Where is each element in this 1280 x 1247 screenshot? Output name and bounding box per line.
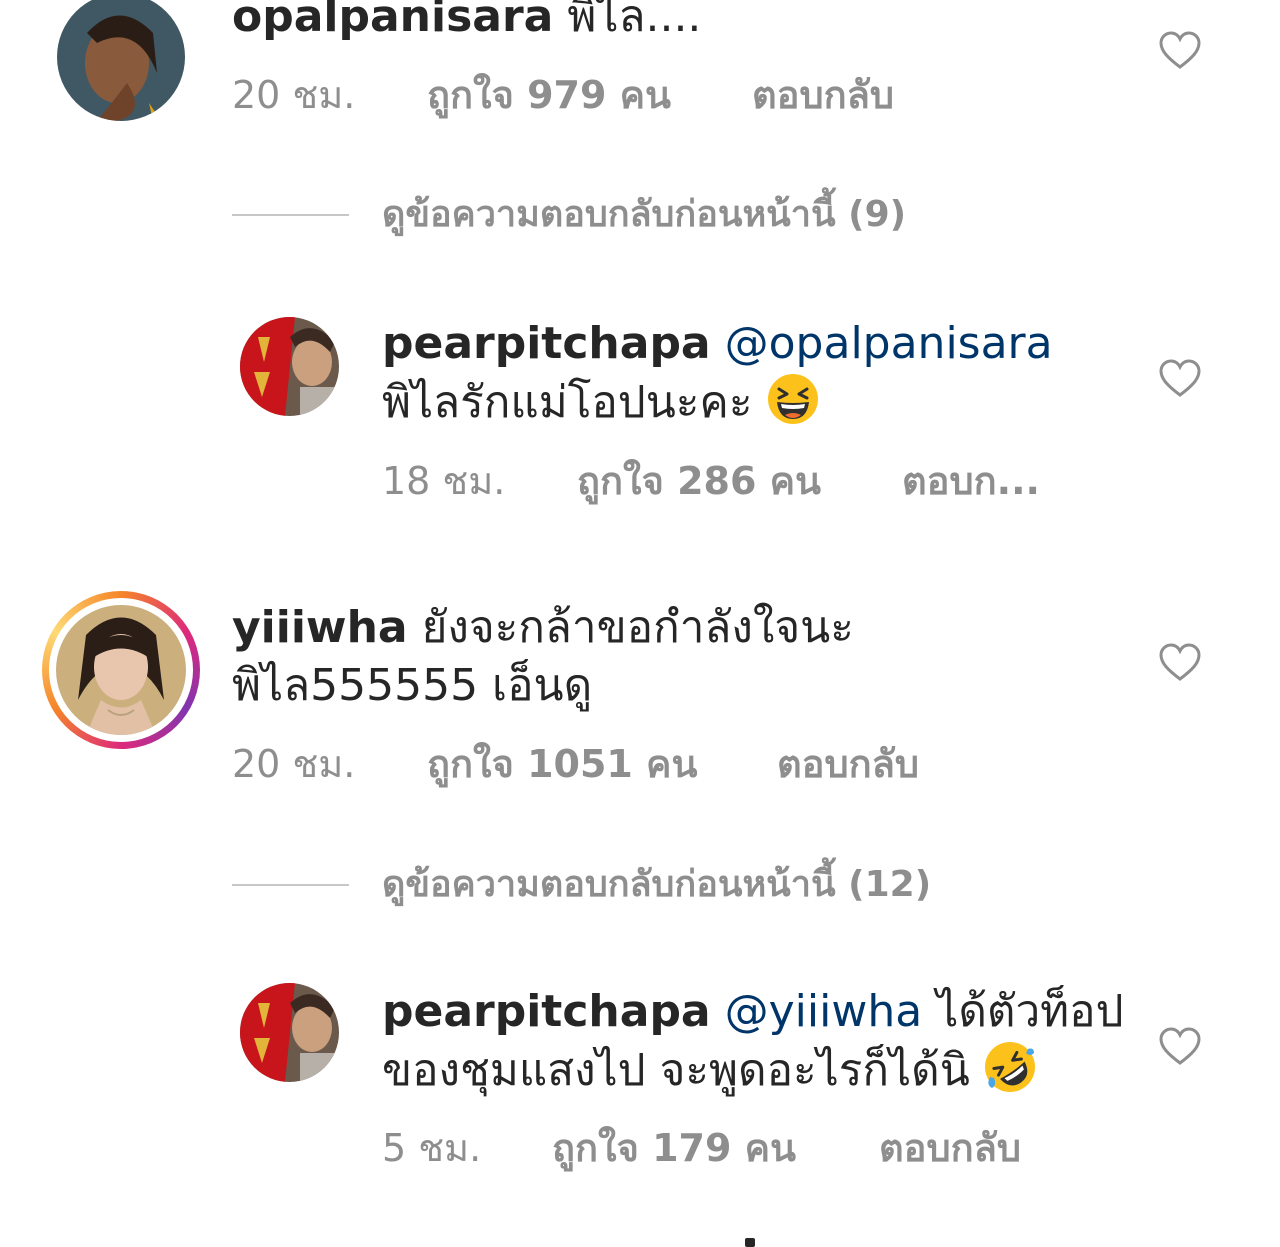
comment-text: opalpanisara พิไล....	[232, 0, 701, 46]
username[interactable]: yiiiwha	[232, 602, 408, 653]
comment-meta: 5 ชม. ถูกใจ 179 คน ตอบกลับ	[382, 1125, 1182, 1171]
reply-button[interactable]: ตอบก...	[902, 458, 1040, 504]
view-replies-label[interactable]: ดูข้อความตอบกลับก่อนหน้านี้ (9)	[382, 190, 906, 240]
mention-link[interactable]: @yiiiwha	[725, 986, 923, 1037]
username[interactable]: opalpanisara	[232, 0, 553, 42]
comment-text: pearpitchapa @yiiiwha ได้ตัวท็อป	[382, 983, 1124, 1041]
reply-button[interactable]: ตอบกลับ	[879, 1125, 1021, 1171]
timestamp: 18 ชม.	[382, 459, 506, 503]
avatar[interactable]	[240, 317, 339, 416]
avatar[interactable]	[57, 0, 185, 121]
view-previous-replies[interactable]: ดูข้อความตอบกลับก่อนหน้านี้ (12)	[232, 860, 1032, 910]
cropped-text-fragment	[745, 1238, 755, 1247]
comment-body: พิไล....	[567, 0, 702, 42]
comment-text: yiiiwha ยังจะกล้าขอกำลังใจนะ	[232, 599, 854, 657]
comment-body-line: พิไลรักแม่โอปนะคะ	[382, 377, 753, 428]
heart-outline-icon[interactable]	[1158, 30, 1202, 70]
likes-count[interactable]: ถูกใจ 979 คน	[427, 72, 671, 118]
heart-outline-icon[interactable]	[1158, 358, 1202, 398]
laughing-face-emoji	[767, 374, 818, 424]
reply-button[interactable]: ตอบกลับ	[752, 72, 894, 118]
reply-button[interactable]: ตอบกลับ	[777, 741, 919, 787]
comment-body: พิไลรักแม่โอปนะคะ	[382, 373, 819, 432]
username[interactable]: pearpitchapa	[382, 986, 711, 1037]
likes-count[interactable]: ถูกใจ 1051 คน	[427, 741, 697, 787]
heart-outline-icon[interactable]	[1158, 1026, 1202, 1066]
divider-line	[232, 214, 349, 216]
comment-body: ยังจะกล้าขอกำลังใจนะ	[421, 602, 854, 653]
username[interactable]: pearpitchapa	[382, 318, 711, 369]
avatar[interactable]	[240, 983, 339, 1082]
likes-count[interactable]: ถูกใจ 286 คน	[577, 458, 821, 504]
comment-meta: 20 ชม. ถูกใจ 979 คน ตอบกลับ	[232, 72, 1132, 118]
comment-body-line-2: พิไล555555 เอ็นดู	[232, 660, 593, 711]
divider-line	[232, 884, 349, 886]
view-replies-label[interactable]: ดูข้อความตอบกลับก่อนหน้านี้ (12)	[382, 860, 931, 910]
comment-meta: 18 ชม. ถูกใจ 286 คน ตอบก...	[382, 458, 1182, 504]
rolling-on-floor-laughing-emoji	[984, 1042, 1035, 1092]
timestamp: 20 ชม.	[232, 742, 356, 786]
timestamp: 5 ชม.	[382, 1126, 482, 1170]
view-previous-replies[interactable]: ดูข้อความตอบกลับก่อนหน้านี้ (9)	[232, 190, 1032, 240]
timestamp: 20 ชม.	[232, 73, 356, 117]
likes-count[interactable]: ถูกใจ 179 คน	[552, 1125, 796, 1171]
comment-text: pearpitchapa @opalpanisara	[382, 315, 1053, 373]
comment-meta: 20 ชม. ถูกใจ 1051 คน ตอบกลับ	[232, 741, 1132, 787]
avatar[interactable]	[56, 605, 186, 735]
comment-body-line-2: ของชุมแสงไป จะพูดอะไรก็ได้นิ	[382, 1041, 1036, 1100]
mention-link[interactable]: @opalpanisara	[725, 318, 1053, 369]
heart-outline-icon[interactable]	[1158, 642, 1202, 682]
comment-body-line: ของชุมแสงไป จะพูดอะไรก็ได้นิ	[382, 1045, 970, 1096]
comment-body: ได้ตัวท็อป	[936, 986, 1124, 1037]
